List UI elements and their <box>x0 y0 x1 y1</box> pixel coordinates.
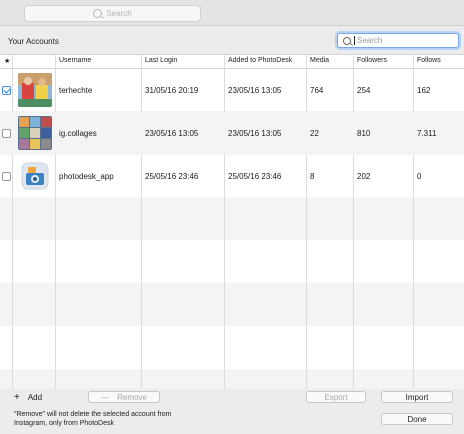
column-header-username[interactable]: Username <box>59 57 91 64</box>
last-login: 31/05/16 20:19 <box>145 86 199 95</box>
toolbar-search-field[interactable]: Search <box>24 5 201 22</box>
account-row-terhechte[interactable]: terhechte 31/05/16 20:19 23/05/16 13:05 … <box>0 69 464 112</box>
followers-count: 202 <box>357 172 371 181</box>
media-count: 764 <box>310 86 324 95</box>
last-login: 23/05/16 13:05 <box>145 129 199 138</box>
account-avatar <box>18 159 52 193</box>
added-date: 25/05/16 23:46 <box>228 172 282 181</box>
import-button[interactable]: Import <box>381 391 453 403</box>
followers-count: 810 <box>357 129 371 138</box>
text-caret <box>354 36 355 45</box>
account-avatar <box>18 73 52 107</box>
search-icon <box>93 9 103 18</box>
minus-icon: — <box>101 392 110 402</box>
done-button[interactable]: Done <box>381 413 453 425</box>
add-label: Add <box>27 392 43 402</box>
last-login: 25/05/16 23:46 <box>145 172 199 181</box>
table-row-empty <box>0 197 464 240</box>
column-header-added[interactable]: Added to PhotoDesk <box>228 57 292 64</box>
account-row-ig-collages[interactable]: ig.collages 23/05/16 13:05 23/05/16 13:0… <box>0 112 464 155</box>
table-header: ★ Username Last Login Added to PhotoDesk… <box>0 55 464 69</box>
add-account-button[interactable]: + Add <box>14 391 64 403</box>
toolbar-search-placeholder: Search <box>106 9 132 18</box>
column-header-star[interactable]: ★ <box>4 57 10 65</box>
remove-note: "Remove" will not delete the selected ac… <box>14 411 172 427</box>
media-count: 8 <box>310 172 315 181</box>
followers-count: 254 <box>357 86 371 95</box>
added-date: 23/05/16 13:05 <box>228 129 282 138</box>
account-avatar <box>18 116 52 150</box>
added-date: 23/05/16 13:05 <box>228 86 282 95</box>
search-icon <box>343 36 351 45</box>
column-header-media[interactable]: Media <box>310 57 329 64</box>
row-checkbox[interactable] <box>2 86 11 95</box>
username: terhechte <box>59 86 93 95</box>
username: ig.collages <box>59 129 97 138</box>
table-row-empty <box>0 283 464 326</box>
media-count: 22 <box>310 129 319 138</box>
plus-icon: + <box>14 391 20 403</box>
follows-count: 162 <box>417 86 431 95</box>
column-header-last-login[interactable]: Last Login <box>145 57 177 64</box>
row-checkbox[interactable] <box>2 129 11 138</box>
account-row-photodesk-app[interactable]: photodesk_app 25/05/16 23:46 25/05/16 23… <box>0 155 464 198</box>
column-header-followers[interactable]: Followers <box>357 57 387 64</box>
row-checkbox[interactable] <box>2 172 11 181</box>
accounts-table: ★ Username Last Login Added to PhotoDesk… <box>0 54 464 389</box>
column-header-follows[interactable]: Follows <box>417 57 441 64</box>
username: photodesk_app <box>59 172 114 181</box>
follows-count: 0 <box>417 172 422 181</box>
remove-account-button[interactable]: — Remove <box>88 391 160 403</box>
accounts-search-field[interactable] <box>337 33 459 48</box>
accounts-search-input[interactable] <box>357 36 447 45</box>
export-button[interactable]: Export <box>306 391 366 403</box>
page-title: Your Accounts <box>8 37 59 46</box>
window-toolbar: Search <box>0 0 464 26</box>
remove-label: Remove <box>117 392 147 402</box>
follows-count: 7.311 <box>417 129 437 138</box>
table-row-empty <box>0 369 464 389</box>
